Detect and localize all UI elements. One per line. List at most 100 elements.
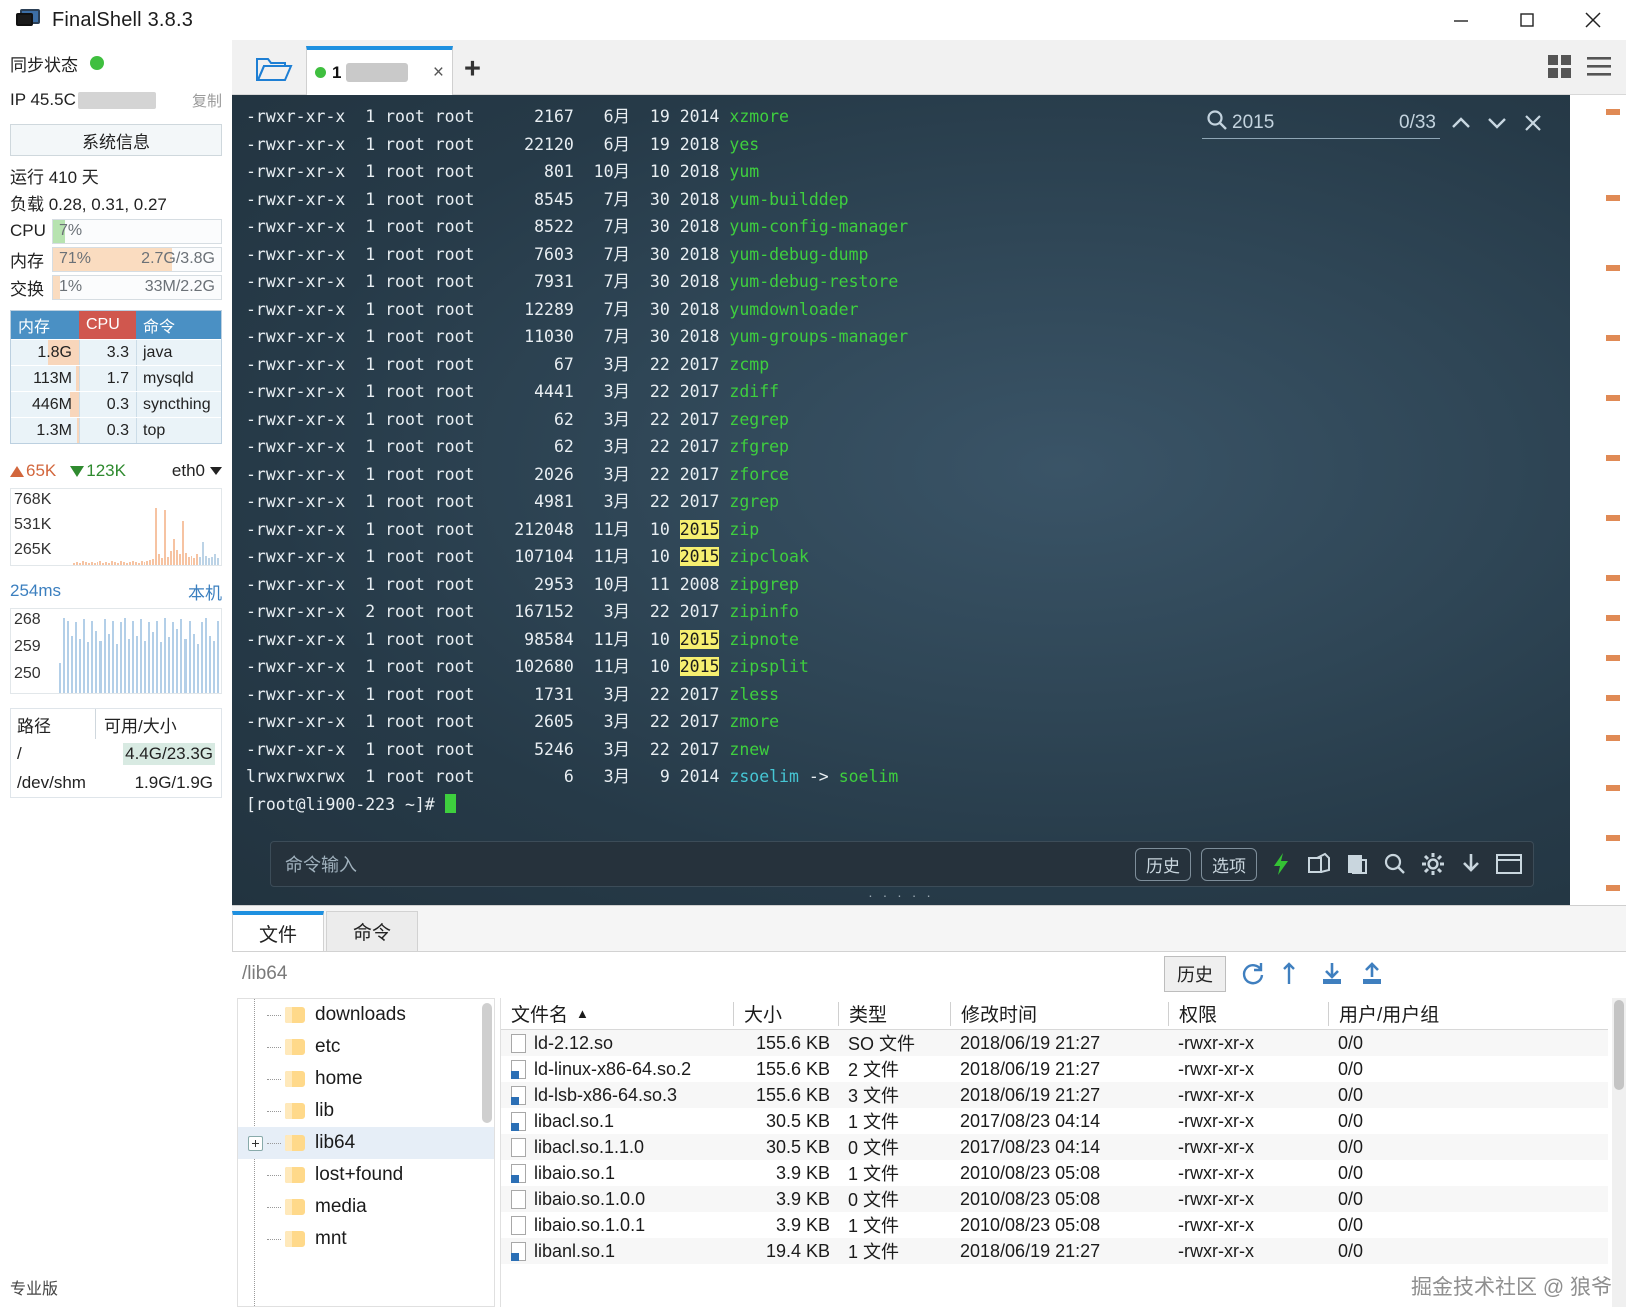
upload-arrow-icon xyxy=(10,466,24,477)
file-list[interactable]: 文件名▲ 大小 类型 修改时间 权限 用户/用户组 ld-2.12.so155.… xyxy=(500,998,1608,1307)
bottom-tab-命令[interactable]: 命令 xyxy=(326,911,418,951)
disk-row[interactable]: /dev/shm1.9G/1.9G xyxy=(11,768,221,797)
tree-node-etc[interactable]: etc xyxy=(238,1031,494,1063)
network-interface-selector[interactable]: eth0 xyxy=(172,461,222,481)
minimize-button[interactable] xyxy=(1428,0,1494,40)
disk-row[interactable]: /4.4G/23.3G xyxy=(11,739,221,768)
file-col-type[interactable]: 类型 xyxy=(838,1002,950,1026)
scrollbar-thumb[interactable] xyxy=(1614,1000,1624,1090)
lightning-icon[interactable] xyxy=(1267,850,1295,878)
tree-node-mnt[interactable]: mnt xyxy=(238,1223,494,1255)
file-row[interactable]: ld-lsb-x86-64.so.3155.6 KB3 文件2018/06/19… xyxy=(501,1082,1608,1108)
ping-bar xyxy=(83,619,85,693)
tree-node-media[interactable]: media xyxy=(238,1191,494,1223)
terminal-tab-1[interactable]: 1 × xyxy=(306,46,453,95)
tree-node-lib[interactable]: lib xyxy=(238,1095,494,1127)
command-input-bar[interactable]: 命令输入 历史 选项 xyxy=(270,841,1534,887)
file-owner: 0/0 xyxy=(1328,1137,1488,1158)
download-icon[interactable] xyxy=(1318,960,1346,988)
tree-node-home[interactable]: home xyxy=(238,1063,494,1095)
file-col-perm[interactable]: 权限 xyxy=(1168,1002,1328,1026)
copy-ip-button[interactable]: 复制 xyxy=(192,90,222,111)
upload-icon[interactable] xyxy=(1358,960,1386,988)
file-history-button[interactable]: 历史 xyxy=(1164,956,1226,992)
ping-y-label-1: 259 xyxy=(14,638,41,656)
expand-node-icon[interactable] xyxy=(248,1136,263,1151)
file-row[interactable]: libaio.so.1.0.13.9 KB1 文件2010/08/23 05:0… xyxy=(501,1212,1608,1238)
download-icon[interactable] xyxy=(1457,850,1485,878)
folder-icon xyxy=(285,1103,305,1119)
process-row[interactable]: 446M0.3syncthing xyxy=(11,391,221,417)
refresh-icon[interactable] xyxy=(1238,960,1266,988)
add-tab-button[interactable]: + xyxy=(464,55,481,83)
grid-view-icon[interactable] xyxy=(1547,54,1573,85)
network-bar xyxy=(155,508,157,565)
process-col-command[interactable]: 命令 xyxy=(136,311,221,339)
tree-node-lib64[interactable]: lib64 xyxy=(238,1127,494,1159)
file-row[interactable]: ld-linux-x86-64.so.2155.6 KB2 文件2018/06/… xyxy=(501,1056,1608,1082)
process-row[interactable]: 1.8G3.3java xyxy=(11,339,221,365)
process-row[interactable]: 113M1.7mysqld xyxy=(11,365,221,391)
file-col-user[interactable]: 用户/用户组 xyxy=(1328,1002,1488,1026)
file-col-name[interactable]: 文件名▲ xyxy=(501,1002,733,1026)
tree-node-lost+found[interactable]: lost+found xyxy=(238,1159,494,1191)
open-folder-icon[interactable] xyxy=(250,50,298,88)
file-type: 3 文件 xyxy=(838,1082,950,1108)
file-mtime: 2018/06/19 21:27 xyxy=(950,1085,1168,1106)
file-row[interactable]: libaio.so.1.0.03.9 KB0 文件2010/08/23 05:0… xyxy=(501,1186,1608,1212)
terminal-pane[interactable]: 2015 0/33 -rwxr-xr-x 1 root root 2167 6月… xyxy=(232,95,1570,905)
file-row[interactable]: libanl.so.119.4 KB1 文件2018/06/19 21:27-r… xyxy=(501,1238,1608,1264)
terminal-history-button[interactable]: 历史 xyxy=(1135,848,1191,881)
directory-tree[interactable]: downloadsetchomeliblib64lost+foundmediam… xyxy=(237,998,495,1307)
search-match-marker xyxy=(1606,455,1620,461)
network-bar xyxy=(176,550,178,565)
file-row[interactable]: ld-2.12.so155.6 KBSO 文件2018/06/19 21:27-… xyxy=(501,1030,1608,1056)
current-path-label[interactable]: /lib64 xyxy=(242,963,287,985)
ping-host-label[interactable]: 本机 xyxy=(188,579,222,604)
network-bar xyxy=(123,562,125,565)
sort-icon[interactable] xyxy=(1278,960,1306,988)
terminal-window-icon[interactable] xyxy=(1495,850,1523,878)
file-row[interactable]: libacl.so.130.5 KB1 文件2017/08/23 04:14-r… xyxy=(501,1108,1608,1134)
file-col-time[interactable]: 修改时间 xyxy=(950,1002,1168,1026)
ping-bar xyxy=(87,642,89,693)
process-cpu: 0.3 xyxy=(79,418,136,443)
disk-avail: 1.9G/1.9G xyxy=(95,768,221,797)
terminal-scrollbar[interactable] xyxy=(1570,95,1626,905)
file-panel-tools: 历史 xyxy=(1164,956,1626,992)
file-list-scrollbar[interactable] xyxy=(1612,998,1626,1307)
terminal-options-button[interactable]: 选项 xyxy=(1201,848,1257,881)
file-row[interactable]: libaio.so.13.9 KB1 文件2010/08/23 05:08-rw… xyxy=(501,1160,1608,1186)
pane-resize-handle[interactable]: · · · · · xyxy=(868,887,934,903)
network-bar xyxy=(102,563,104,565)
process-row[interactable]: 1.3M0.3top xyxy=(11,417,221,443)
disk-table-body: /4.4G/23.3G/dev/shm1.9G/1.9G xyxy=(11,739,221,797)
file-row[interactable]: libacl.so.1.1.030.5 KB0 文件2017/08/23 04:… xyxy=(501,1134,1608,1160)
file-mtime: 2010/08/23 05:08 xyxy=(950,1215,1168,1236)
file-col-size[interactable]: 大小 xyxy=(733,1002,838,1026)
process-col-cpu[interactable]: CPU xyxy=(79,311,136,339)
search-match-marker xyxy=(1606,735,1620,741)
terminal-output: -rwxr-xr-x 1 root root 2167 6月 19 2014 x… xyxy=(246,103,1570,818)
search-icon[interactable] xyxy=(1381,850,1409,878)
switch-window-icon[interactable] xyxy=(1305,850,1333,878)
tree-node-downloads[interactable]: downloads xyxy=(238,999,494,1031)
sort-ascending-icon: ▲ xyxy=(576,1006,589,1021)
close-button[interactable] xyxy=(1560,0,1626,40)
network-bar xyxy=(149,560,151,565)
hamburger-menu-icon[interactable] xyxy=(1586,54,1612,85)
file-perm: -rwxr-xr-x xyxy=(1168,1163,1328,1184)
gear-icon[interactable] xyxy=(1419,850,1447,878)
meter-row-交换: 交换1%33M/2.2G xyxy=(10,274,222,300)
ping-bar xyxy=(104,619,106,693)
tab-close-icon[interactable]: × xyxy=(433,62,444,84)
maximize-button[interactable] xyxy=(1494,0,1560,40)
process-col-memory[interactable]: 内存 xyxy=(11,311,79,339)
ping-chart: 268 259 250 xyxy=(10,608,222,694)
copy-icon[interactable] xyxy=(1343,850,1371,878)
system-info-button[interactable]: 系统信息 xyxy=(10,124,222,156)
search-match-marker xyxy=(1606,515,1620,521)
process-command: top xyxy=(136,418,221,443)
bottom-tab-文件[interactable]: 文件 xyxy=(232,911,324,951)
tree-scrollbar[interactable] xyxy=(482,1003,492,1123)
